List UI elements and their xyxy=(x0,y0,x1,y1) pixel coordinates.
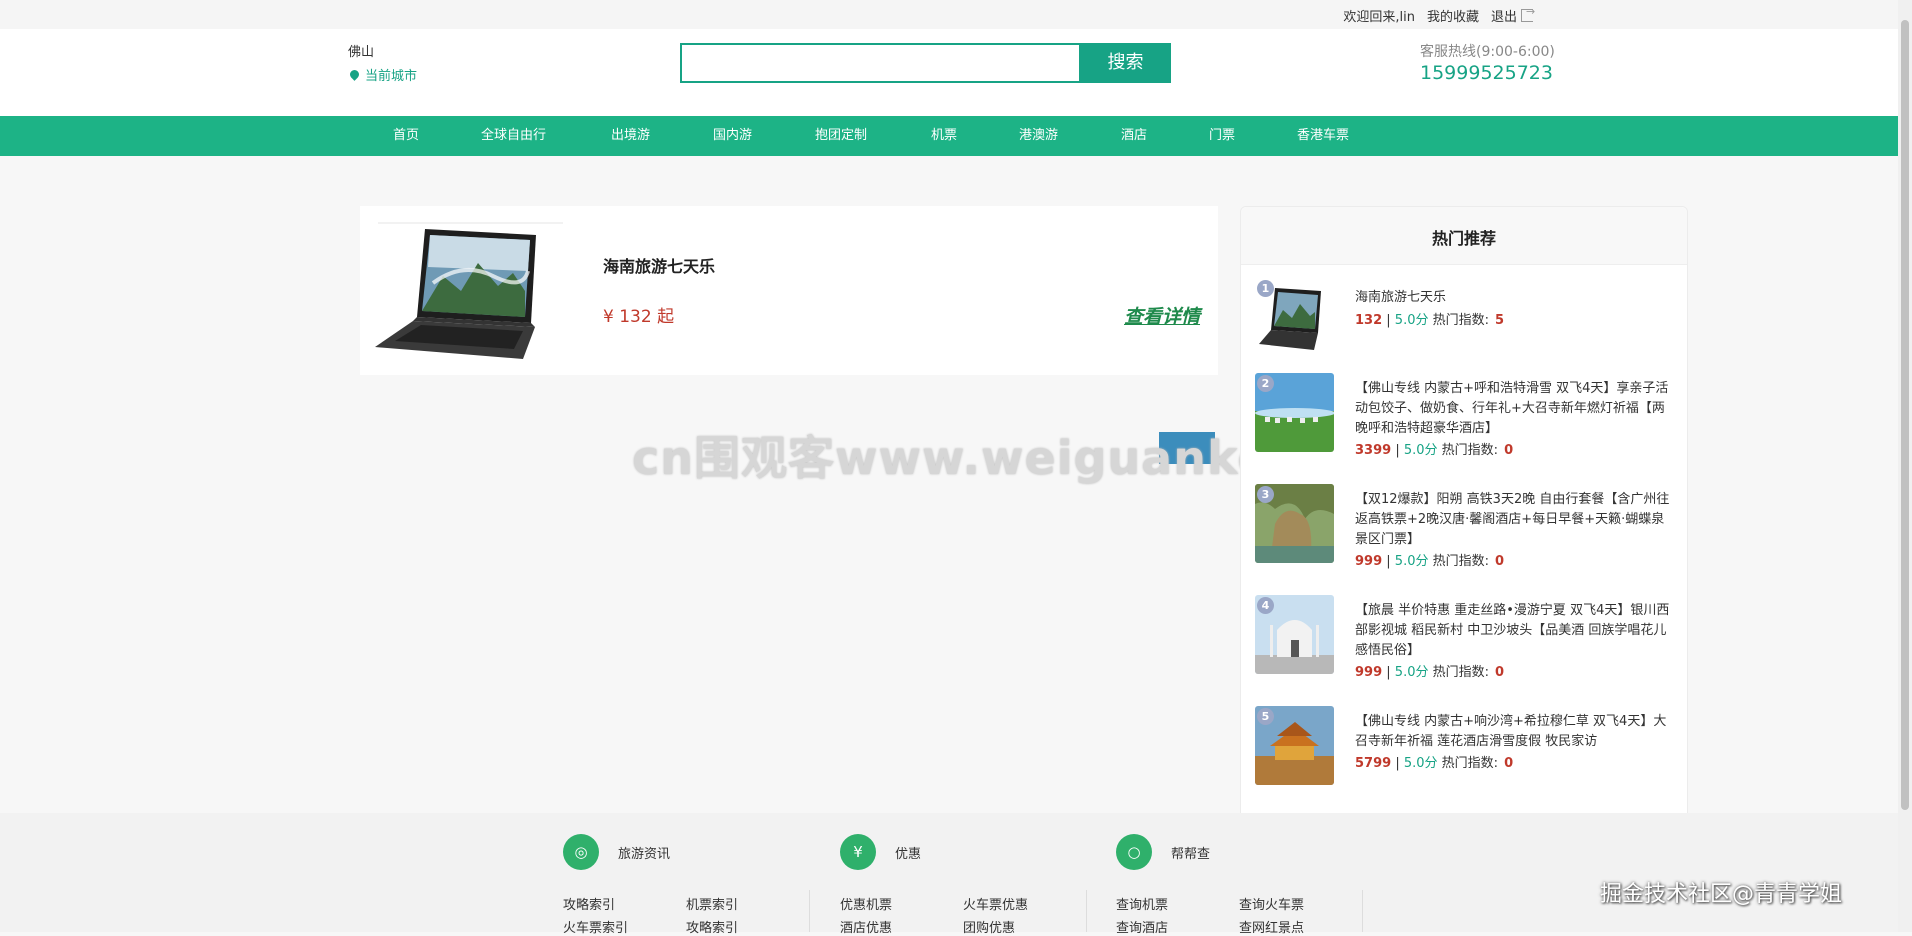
hot-index: 0 xyxy=(1495,554,1505,569)
user-links: 欢迎回来,lin 我的收藏 退出 xyxy=(1343,5,1535,25)
yen-icon: ¥ xyxy=(840,834,876,870)
footer-link[interactable]: 火车票索引 xyxy=(563,917,628,936)
favorites-link[interactable]: 我的收藏 xyxy=(1427,6,1479,25)
item-meta: 5799 | 5.0分 热门指数: 0 xyxy=(1355,756,1514,771)
item-meta: 132 | 5.0分 热门指数: 5 xyxy=(1355,313,1505,328)
nav-item-flights[interactable]: 机票 xyxy=(931,116,957,156)
view-details-link[interactable]: 查看详情 xyxy=(1124,302,1200,329)
hot-index: 0 xyxy=(1504,756,1514,771)
nav-item-home[interactable]: 首页 xyxy=(393,116,419,156)
footer-link[interactable]: 优惠机票 xyxy=(840,894,892,913)
item-price: 3399 xyxy=(1355,443,1392,458)
rank-badge: 5 xyxy=(1257,708,1274,725)
hotline-number: 15999525723 xyxy=(1420,62,1553,84)
header: 佛山 当前城市 搜索 客服热线(9:00-6:00) 15999525723 xyxy=(0,29,1898,116)
item-score: 5.0分 xyxy=(1394,665,1429,680)
result-title[interactable]: 海南旅游七天乐 xyxy=(603,253,715,277)
search-icon: ○ xyxy=(1116,834,1152,870)
hot-label: 热门指数: xyxy=(1432,554,1490,569)
hot-label: 热门指数: xyxy=(1441,756,1499,771)
nav-item-domestic[interactable]: 国内游 xyxy=(713,116,752,156)
rank-badge: 1 xyxy=(1257,280,1274,297)
item-name[interactable]: 【双12爆款】阳朔 高铁3天2晚 自由行套餐【含广州往返高铁票+2晚汉唐·馨阁酒… xyxy=(1355,490,1673,550)
footer-col-title: 帮帮查 xyxy=(1171,847,1211,862)
scrollbar-thumb[interactable] xyxy=(1901,20,1909,810)
item-name[interactable]: 【佛山专线 内蒙古+响沙湾+希拉穆仁草 双飞4天】大召寺新年祈福 莲花酒店滑雪度… xyxy=(1355,712,1673,752)
nav-item-hk-macau[interactable]: 港澳游 xyxy=(1019,116,1058,156)
laptop-thumbnail[interactable] xyxy=(373,221,568,364)
footer-link[interactable]: 火车票优惠 xyxy=(963,894,1028,913)
main-nav: 首页 全球自由行 出境游 国内游 抱团定制 机票 港澳游 酒店 门票 香港车票 xyxy=(0,116,1898,156)
logout-label: 退出 xyxy=(1490,10,1517,25)
footer-link[interactable]: 攻略索引 xyxy=(563,894,615,913)
footer-link[interactable]: 查网红景点 xyxy=(1239,917,1304,936)
panel-title: 热门推荐 xyxy=(1431,229,1496,248)
logout-link[interactable]: 退出 xyxy=(1490,5,1535,25)
item-name[interactable]: 海南旅游七天乐 xyxy=(1355,288,1673,308)
item-score: 5.0分 xyxy=(1394,313,1429,328)
footer-divider xyxy=(809,890,810,932)
footer-link[interactable]: 查询火车票 xyxy=(1239,894,1304,913)
footer-divider xyxy=(1362,890,1363,932)
balloon-icon: ◎ xyxy=(563,834,599,870)
footer-divider xyxy=(1086,890,1087,932)
item-meta: 999 | 5.0分 热门指数: 0 xyxy=(1355,554,1505,569)
item-meta: 3399 | 5.0分 热门指数: 0 xyxy=(1355,443,1514,458)
author-signature: 掘金技术社区@青青学姐 xyxy=(1600,882,1843,907)
hot-index: 5 xyxy=(1495,313,1505,328)
footer-col-title: 旅游资讯 xyxy=(618,847,671,862)
hot-label: 热门指数: xyxy=(1441,443,1499,458)
top-bar: 欢迎回来,lin 我的收藏 退出 xyxy=(0,0,1898,29)
search-input[interactable] xyxy=(682,45,1079,81)
location-pin-icon xyxy=(348,68,361,81)
item-score: 5.0分 xyxy=(1403,443,1438,458)
item-price: 132 xyxy=(1355,313,1383,328)
welcome-text: 欢迎回来,lin xyxy=(1343,10,1415,25)
search-button[interactable]: 搜索 xyxy=(1080,43,1171,83)
nav-item-tickets[interactable]: 门票 xyxy=(1209,116,1235,156)
hot-index: 0 xyxy=(1495,665,1505,680)
item-name[interactable]: 【佛山专线 内蒙古+呼和浩特滑雪 双飞4天】享亲子活动包饺子、做奶食、行年礼+大… xyxy=(1355,379,1673,439)
item-score: 5.0分 xyxy=(1403,756,1438,771)
result-price: ¥ 132 起 xyxy=(603,307,675,327)
item-meta: 999 | 5.0分 热门指数: 0 xyxy=(1355,665,1505,680)
footer-link[interactable]: 查询机票 xyxy=(1116,894,1168,913)
hotline-label: 客服热线(9:00-6:00) xyxy=(1420,44,1555,60)
item-price: 999 xyxy=(1355,665,1383,680)
rank-badge: 4 xyxy=(1257,597,1274,614)
hot-label: 热门指数: xyxy=(1432,665,1490,680)
footer-link[interactable]: 查询酒店 xyxy=(1116,917,1168,936)
item-price: 999 xyxy=(1355,554,1383,569)
rank-badge: 2 xyxy=(1257,375,1274,392)
search-box[interactable] xyxy=(680,43,1081,83)
item-price: 5799 xyxy=(1355,756,1392,771)
nav-item-global-free[interactable]: 全球自由行 xyxy=(481,116,546,156)
result-card[interactable]: 海南旅游七天乐 ¥ 132 起 查看详情 xyxy=(360,206,1218,375)
panel-header: 热门推荐 xyxy=(1241,207,1687,265)
footer-link[interactable]: 攻略索引 xyxy=(686,917,738,936)
footer: ◎ 旅游资讯 攻略索引 机票索引 火车票索引 攻略索引 ¥ 优惠 优惠机票 火车… xyxy=(0,813,1898,936)
nav-item-custom[interactable]: 抱团定制 xyxy=(815,116,867,156)
city-switch-link[interactable]: 当前城市 xyxy=(348,65,418,84)
page-scrollbar[interactable] xyxy=(1898,0,1912,932)
footer-link[interactable]: 团购优惠 xyxy=(963,917,1015,936)
hot-label: 热门指数: xyxy=(1432,313,1490,328)
nav-item-hotels[interactable]: 酒店 xyxy=(1121,116,1147,156)
hot-recommend-panel: 热门推荐 1 海南旅游七天乐 132 | 5.0分 热门指数: 5 2 【佛山专线… xyxy=(1240,206,1688,826)
item-name[interactable]: 【旅晨 半价特惠 重走丝路•漫游宁夏 双飞4天】银川西部影视城 稻民新村 中卫沙… xyxy=(1355,601,1673,661)
rank-badge: 3 xyxy=(1257,486,1274,503)
footer-col-title: 优惠 xyxy=(895,847,922,862)
nav-item-outbound[interactable]: 出境游 xyxy=(611,116,650,156)
current-city: 佛山 xyxy=(348,45,375,60)
logout-icon xyxy=(1521,5,1535,22)
hot-index: 0 xyxy=(1504,443,1514,458)
footer-link[interactable]: 机票索引 xyxy=(686,894,738,913)
nav-item-hk-bus[interactable]: 香港车票 xyxy=(1297,116,1349,156)
city-switch-label: 当前城市 xyxy=(365,69,418,84)
footer-link[interactable]: 酒店优惠 xyxy=(840,917,892,936)
item-score: 5.0分 xyxy=(1394,554,1429,569)
